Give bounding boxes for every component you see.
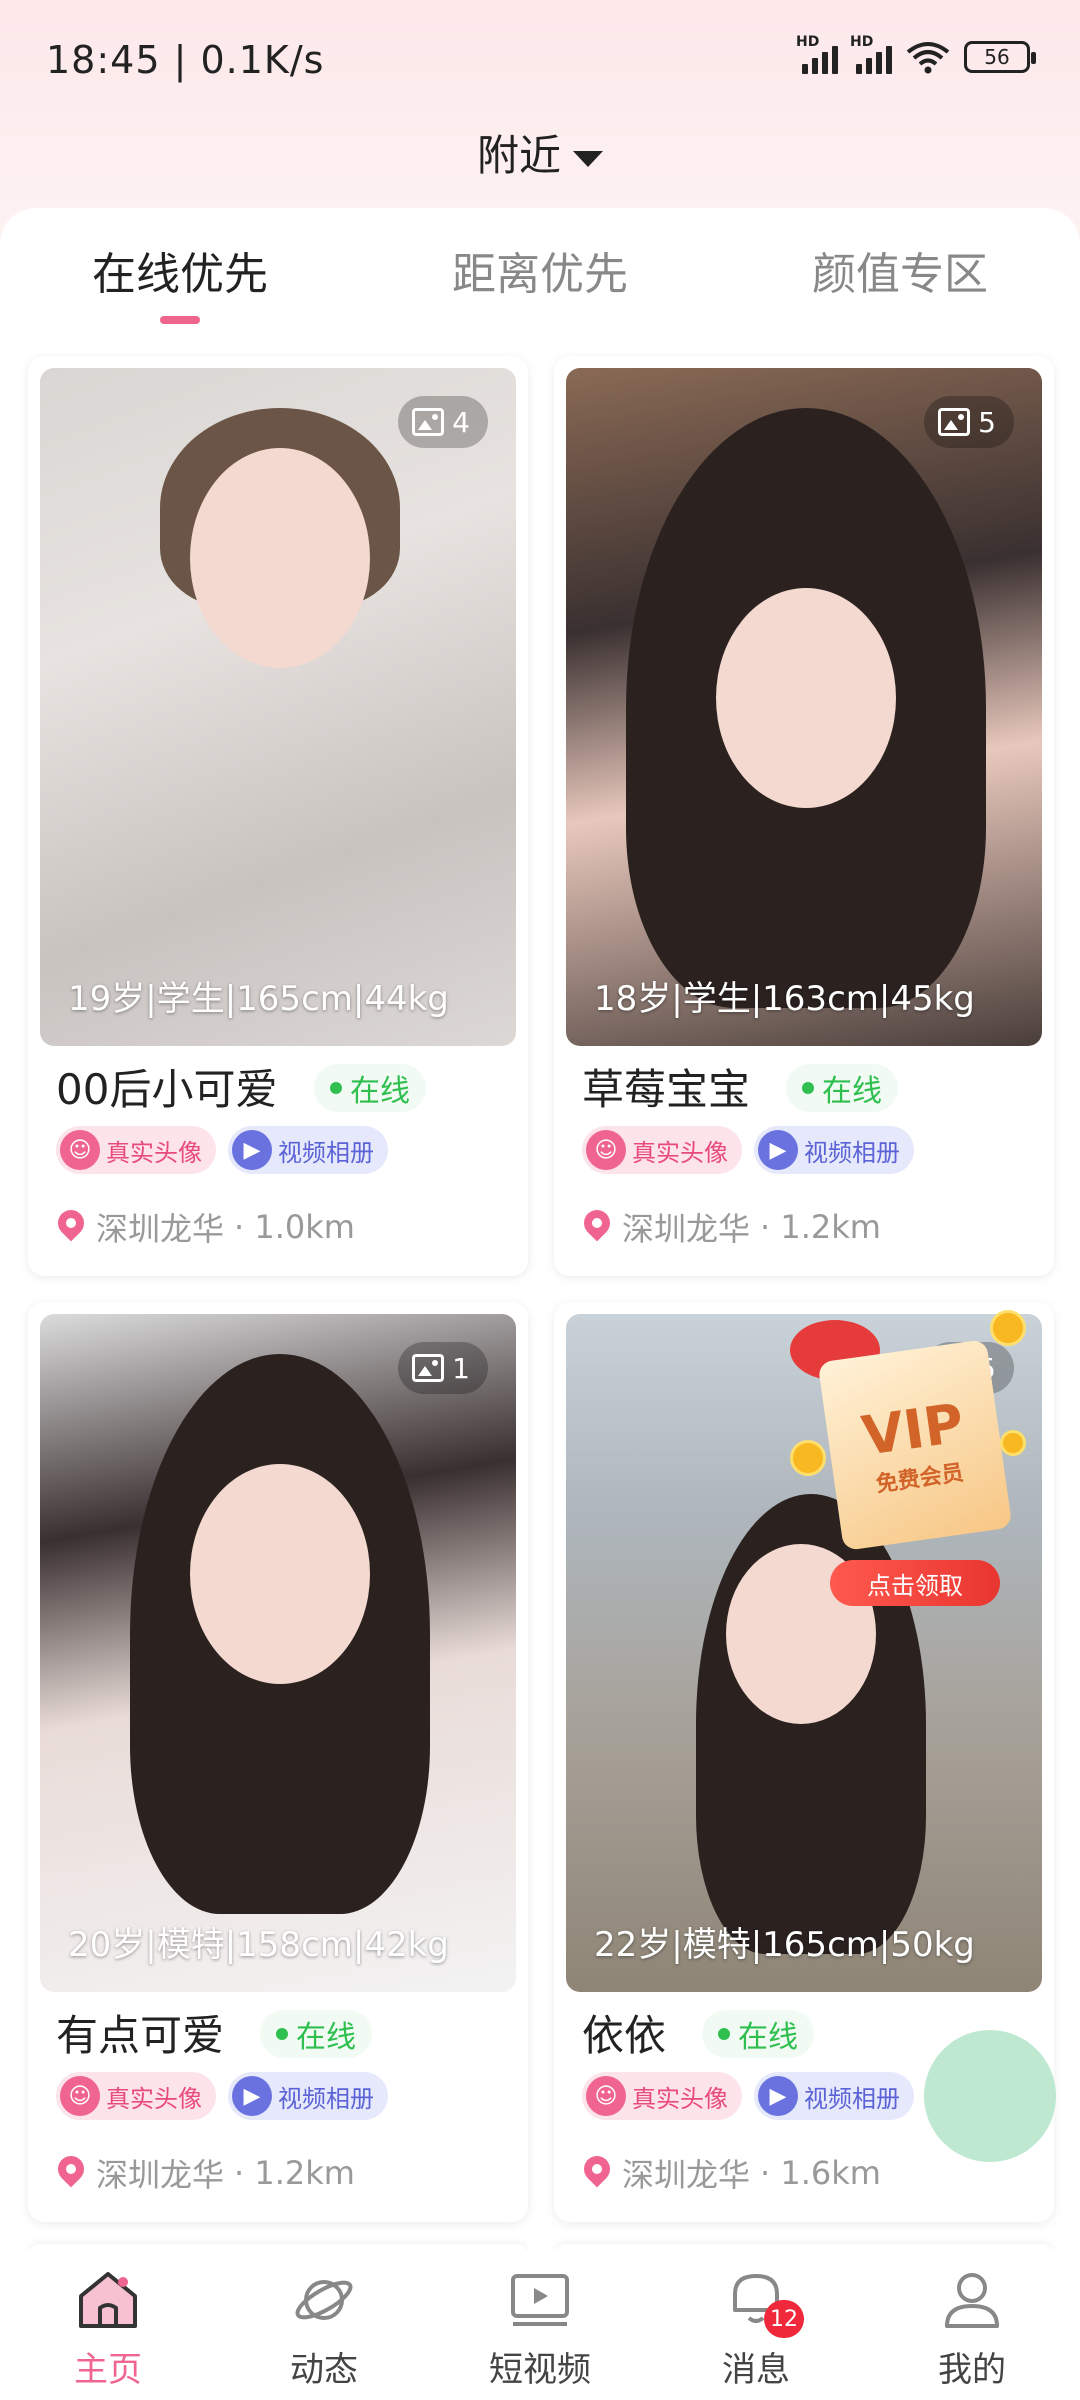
tab-indicator — [160, 316, 200, 324]
user-stats: 22岁|模特|165cm|50kg — [594, 1925, 975, 1965]
real-avatar-tag: ☺ 真实头像 — [582, 2072, 742, 2120]
video-album-tag[interactable]: ▶ 视频相册 — [228, 1126, 388, 1174]
video-album-tag[interactable]: ▶ 视频相册 — [228, 2072, 388, 2120]
planet-icon — [295, 2280, 353, 2320]
floating-action-button[interactable] — [924, 2030, 1056, 2162]
user-stats: 19岁|学生|165cm|44kg — [68, 979, 449, 1019]
real-avatar-tag: ☺ 真实头像 — [56, 2072, 216, 2120]
smile-icon: ☺ — [586, 2076, 626, 2116]
user-stats: 18岁|学生|163cm|45kg — [594, 979, 975, 1019]
user-card[interactable]: 5 18岁|学生|163cm|45kg 草莓宝宝 在线 ☺ 真实头像 ▶ 视频相册 … — [554, 356, 1054, 1276]
user-location: 深圳龙华 · 1.2km — [582, 1204, 881, 1250]
user-name: 草莓宝宝 — [582, 1065, 751, 1114]
real-avatar-tag: ☺ 真实头像 — [582, 1126, 742, 1174]
tab-distance-first[interactable]: 距离优先 — [410, 238, 670, 302]
play-icon: ▶ — [758, 2076, 798, 2116]
user-name: 00后小可爱 — [56, 1065, 278, 1114]
user-name: 依依 — [582, 2011, 667, 2060]
user-photo[interactable]: 4 19岁|学生|165cm|44kg — [40, 368, 516, 1046]
battery-icon: 56 — [964, 41, 1036, 73]
nav-label: 我的 — [938, 2350, 1006, 2390]
smile-icon: ☺ — [60, 2076, 100, 2116]
image-icon — [412, 1354, 445, 1382]
status-bar: 18:45 | 0.1K/s HD HD 56 — [0, 0, 1080, 120]
location-pin-icon — [582, 1210, 612, 1244]
smile-icon: ☺ — [60, 1130, 100, 1170]
nav-messages[interactable]: 12 消息 — [648, 2250, 864, 2400]
unread-badge: 12 — [764, 2300, 804, 2338]
user-name: 有点可爱 — [56, 2011, 225, 2060]
tab-label: 颜值专区 — [812, 249, 988, 300]
user-location: 深圳龙华 · 1.0km — [56, 1204, 355, 1250]
coin-icon — [990, 1310, 1026, 1346]
tab-looks-zone[interactable]: 颜值专区 — [770, 238, 1030, 302]
online-badge: 在线 — [702, 2010, 814, 2058]
status-time: 18:45 | 0.1K/s — [46, 38, 325, 82]
play-icon: ▶ — [758, 1130, 798, 1170]
nav-short-video[interactable]: 短视频 — [432, 2250, 648, 2400]
signal-icon: HD — [796, 34, 838, 74]
signal-icon-2: HD — [850, 34, 892, 74]
user-card[interactable]: 1 20岁|模特|158cm|42kg 有点可爱 在线 ☺ 真实头像 ▶ 视频相册 … — [28, 1302, 528, 2222]
tab-label: 距离优先 — [452, 249, 628, 300]
play-icon: ▶ — [232, 1130, 272, 1170]
image-icon — [412, 408, 445, 436]
online-dot-icon — [330, 1082, 342, 1094]
video-album-tag[interactable]: ▶ 视频相册 — [754, 1126, 914, 1174]
play-icon: ▶ — [232, 2076, 272, 2116]
nav-label: 短视频 — [489, 2350, 591, 2390]
profile-icon — [945, 2273, 999, 2328]
user-location: 深圳龙华 · 1.2km — [56, 2150, 355, 2196]
nav-profile[interactable]: 我的 — [864, 2250, 1080, 2400]
image-icon — [938, 408, 971, 436]
coin-icon — [1000, 1430, 1026, 1456]
claim-vip-button[interactable]: 点击领取 — [830, 1560, 1000, 1606]
video-album-tag[interactable]: ▶ 视频相册 — [754, 2072, 914, 2120]
filter-tabs: 在线优先 距离优先 颜值专区 — [0, 238, 1080, 328]
nav-moments[interactable]: 动态 — [216, 2250, 432, 2400]
smile-icon: ☺ — [586, 1130, 626, 1170]
photo-count-badge: 1 — [398, 1342, 488, 1394]
user-location: 深圳龙华 · 1.6km — [582, 2150, 881, 2196]
online-dot-icon — [276, 2028, 288, 2040]
coin-icon — [790, 1440, 826, 1476]
user-stats: 20岁|模特|158cm|42kg — [68, 1925, 449, 1965]
bottom-nav: 主页 动态 短视频 12 消息 我的 — [0, 2250, 1080, 2400]
nav-label: 主页 — [74, 2350, 142, 2390]
wifi-icon — [906, 42, 950, 74]
vip-promo-popup[interactable]: VIP 免费会员 点击领取 — [790, 1310, 1040, 1610]
vip-ticket: VIP 免费会员 — [817, 1339, 1013, 1551]
nav-label: 动态 — [290, 2350, 358, 2390]
online-badge: 在线 — [260, 2010, 372, 2058]
location-filter-label: 附近 — [476, 131, 561, 180]
online-badge: 在线 — [786, 1064, 898, 1112]
photo-count-badge: 4 — [398, 396, 488, 448]
user-card[interactable]: 4 19岁|学生|165cm|44kg 00后小可爱 在线 ☺ 真实头像 ▶ 视频相… — [28, 356, 528, 1276]
nav-home[interactable]: 主页 — [0, 2250, 216, 2400]
user-photo[interactable]: 1 20岁|模特|158cm|42kg — [40, 1314, 516, 1992]
online-dot-icon — [718, 2028, 730, 2040]
nav-label: 消息 — [722, 2350, 790, 2390]
tab-label: 在线优先 — [92, 249, 268, 300]
online-badge: 在线 — [314, 1064, 426, 1112]
video-icon — [511, 2274, 569, 2326]
online-dot-icon — [802, 1082, 814, 1094]
home-icon — [79, 2272, 137, 2328]
caret-down-icon — [573, 150, 603, 167]
photo-count-badge: 5 — [924, 396, 1014, 448]
tab-online-first[interactable]: 在线优先 — [50, 238, 310, 324]
user-photo[interactable]: 5 18岁|学生|163cm|45kg — [566, 368, 1042, 1046]
location-pin-icon — [56, 1210, 86, 1244]
real-avatar-tag: ☺ 真实头像 — [56, 1126, 216, 1174]
location-filter[interactable]: 附近 — [0, 122, 1080, 183]
location-pin-icon — [56, 2156, 86, 2190]
location-pin-icon — [582, 2156, 612, 2190]
